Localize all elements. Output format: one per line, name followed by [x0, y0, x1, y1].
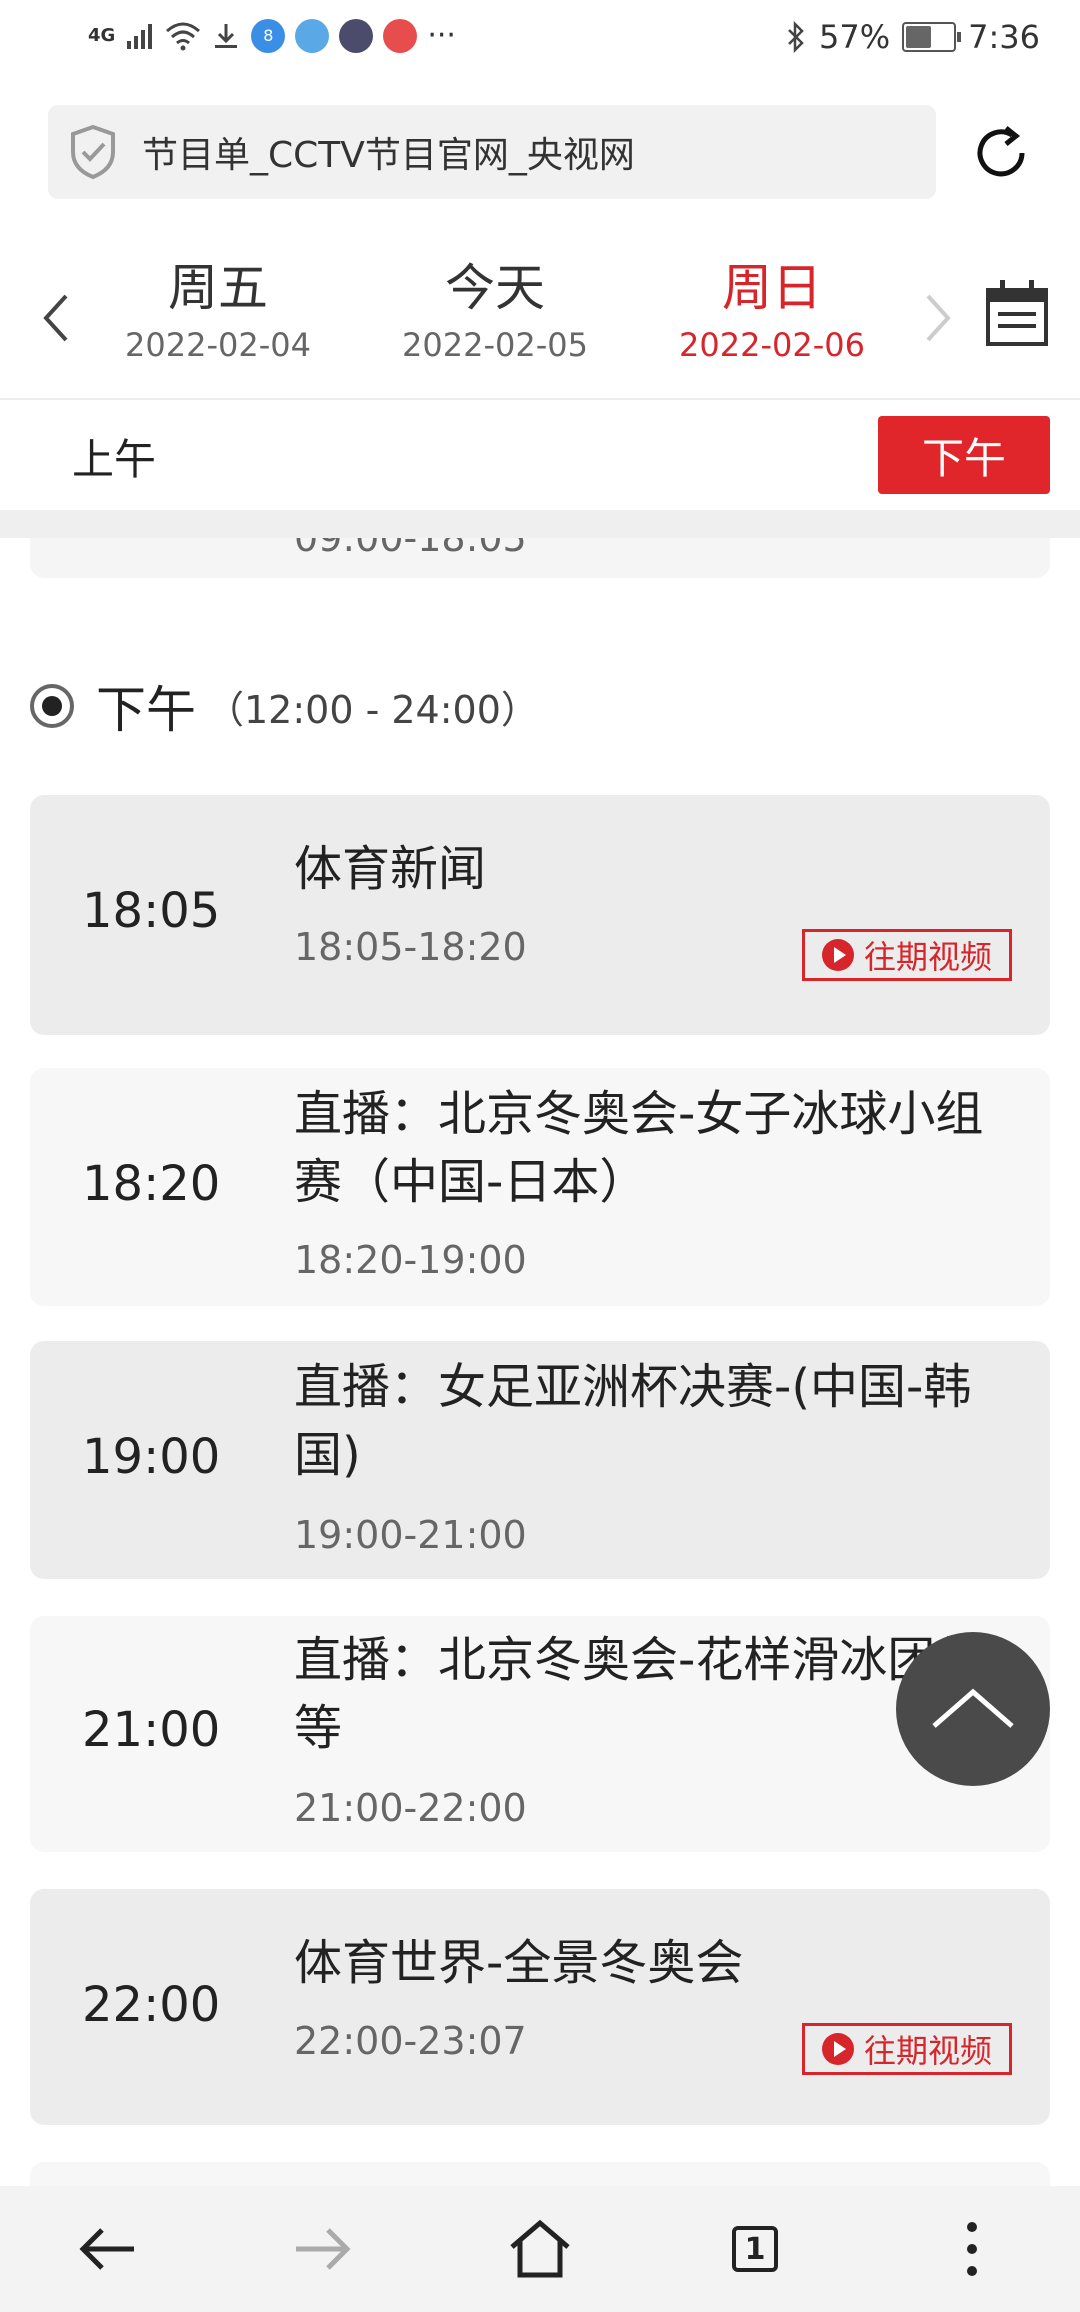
bluetooth-icon [788, 21, 804, 53]
app-notification-icon [383, 18, 418, 53]
program-time: 21:00 [82, 1702, 221, 1758]
afternoon-tab[interactable]: 下午 [878, 416, 1050, 494]
program-title: 直播：北京冬奥会-女子冰球小组赛（中国-日本） [294, 1086, 984, 1210]
app-notification-icon [295, 18, 330, 53]
replay-label: 往期视频 [863, 2032, 992, 2070]
forward-button[interactable] [282, 2214, 362, 2284]
battery-level [906, 26, 932, 48]
date-navigation: 周五 2022-02-04 今天 2022-02-05 周日 2022-02-0… [0, 238, 1080, 400]
morning-tab[interactable]: 上午 [72, 426, 156, 487]
arrow-left-icon [79, 2228, 134, 2270]
chevron-right-icon[interactable] [918, 288, 958, 348]
period-toggle: 上午 下午 [0, 400, 1080, 510]
program-card[interactable]: 21:00 直播：北京冬奥会-花样滑冰团体等 21:00-22:00 [30, 1616, 1050, 1852]
program-title: 体育新闻 [294, 841, 487, 897]
radio-icon [30, 684, 74, 728]
download-icon [215, 23, 238, 48]
page-title: 节目单_CCTV节目官网_央视网 [142, 135, 635, 176]
program-time: 18:05 [82, 883, 221, 939]
back-button[interactable] [68, 2214, 148, 2284]
replay-label: 往期视频 [863, 938, 992, 976]
browser-bottom-nav: 1 [0, 2186, 1080, 2312]
divider [0, 510, 1080, 538]
date-tab-date: 2022-02-04 [125, 326, 311, 364]
play-icon [821, 939, 854, 971]
program-card[interactable]: 18:20 直播：北京冬奥会-女子冰球小组赛（中国-日本） 18:20-19:0… [30, 1068, 1050, 1306]
program-card[interactable]: 22:00 体育世界-全景冬奥会 22:00-23:07 往期视频 [30, 1889, 1050, 2125]
more-notifications-icon: ··· [427, 18, 456, 53]
home-icon [510, 2219, 570, 2278]
home-button[interactable] [500, 2214, 580, 2284]
date-tab-weekday: 今天 [445, 259, 545, 317]
arrow-right-icon [296, 2228, 351, 2270]
program-time: 18:20 [82, 1156, 221, 1212]
play-icon [821, 2033, 854, 2065]
refresh-icon[interactable] [966, 118, 1036, 188]
program-time: 19:00 [82, 1429, 221, 1485]
status-left: 4G 8 ··· [88, 18, 456, 53]
program-card[interactable]: 19:00 直播：女足亚洲杯决赛-(中国-韩国) 19:00-21:00 [30, 1341, 1050, 1579]
app-notification-icon [339, 18, 374, 53]
program-time: 22:00 [82, 1977, 221, 2033]
date-tab-friday[interactable]: 周五 2022-02-04 [98, 258, 338, 364]
date-tab-date: 2022-02-05 [402, 326, 588, 364]
status-bar: 4G 8 ··· 57% 7:36 [0, 0, 1080, 80]
program-title: 直播：女足亚洲杯决赛-(中国-韩国) [294, 1359, 972, 1483]
scroll-to-top-button[interactable] [896, 1632, 1050, 1786]
tabs-button[interactable]: 1 [715, 2214, 795, 2284]
program-range: 18:20-19:00 [294, 1238, 527, 1282]
program-card-partial[interactable]: 09:00-18:05 [30, 538, 1050, 578]
signal-icon [127, 23, 153, 49]
program-range: 18:05-18:20 [294, 925, 527, 969]
replay-video-button[interactable]: 往期视频 [802, 929, 1012, 981]
tabs-count-icon: 1 [732, 2226, 778, 2272]
clock: 7:36 [968, 18, 1040, 56]
section-heading: 下午 （12:00 - 24:00） [30, 670, 539, 742]
app-notification-icon: 8 [251, 18, 286, 53]
date-tab-today[interactable]: 今天 2022-02-05 [375, 258, 615, 364]
program-range: 21:00-22:00 [294, 1786, 527, 1830]
program-range: 09:00-18:05 [294, 538, 527, 560]
more-vertical-icon [967, 2222, 977, 2276]
replay-video-button[interactable]: 往期视频 [802, 2023, 1012, 2075]
section-title: 下午 [96, 681, 196, 739]
program-title: 体育世界-全景冬奥会 [294, 1935, 744, 1991]
date-tab-sunday[interactable]: 周日 2022-02-06 [652, 258, 892, 364]
calendar-icon[interactable] [984, 278, 1050, 348]
network-indicator: 4G [88, 25, 116, 46]
date-tab-weekday: 周五 [168, 259, 268, 317]
date-tab-date: 2022-02-06 [679, 326, 865, 364]
date-tab-weekday: 周日 [722, 259, 822, 317]
chevron-up-icon [932, 1688, 1014, 1728]
status-right: 57% 7:36 [785, 18, 1040, 56]
address-bar[interactable]: 节目单_CCTV节目官网_央视网 [48, 105, 936, 199]
battery-icon [902, 22, 962, 52]
menu-button[interactable] [932, 2214, 1012, 2284]
program-range: 19:00-21:00 [294, 1513, 527, 1557]
wifi-icon [166, 22, 201, 50]
program-range: 22:00-23:07 [294, 2019, 527, 2063]
section-range: （12:00 - 24:00） [206, 687, 539, 732]
shield-icon [71, 124, 115, 180]
program-card[interactable]: 18:05 体育新闻 18:05-18:20 往期视频 [30, 795, 1050, 1035]
program-title: 直播：北京冬奥会-花样滑冰团体等 [294, 1632, 984, 1756]
battery-percent: 57% [819, 18, 891, 56]
chevron-left-icon[interactable] [36, 288, 76, 348]
